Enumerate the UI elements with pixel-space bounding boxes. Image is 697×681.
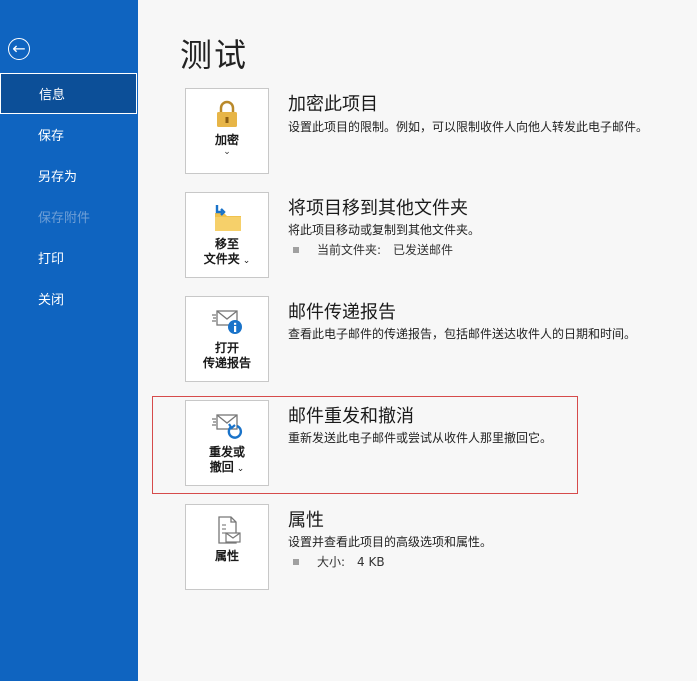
properties-section-description: 设置并查看此项目的高级选项和属性。 — [288, 535, 493, 549]
encrypt-button[interactable]: 加密 ⌄ — [185, 88, 269, 174]
info-panel: 测试 加密 ⌄ 加密此项目 设置此项目的限制。例如，可以限制收件人向他人转发此电… — [138, 0, 697, 681]
page-title: 测试 — [180, 36, 249, 74]
back-arrow-icon[interactable]: ← — [8, 38, 30, 60]
current-folder-value: 已发送邮件 — [393, 243, 454, 257]
encrypt-button-label: 加密 — [214, 133, 239, 147]
move-section-title: 将项目移到其他文件夹 — [288, 198, 468, 219]
highlight-box — [152, 396, 578, 494]
move-folder-icon — [211, 203, 243, 233]
sidebar-item-save-as[interactable]: 另存为 — [0, 155, 138, 196]
properties-section-title: 属性 — [288, 510, 324, 531]
chevron-down-icon: ⌄ — [223, 147, 231, 157]
chevron-down-icon: ⌄ — [242, 256, 251, 266]
move-section-description: 将此项目移动或复制到其他文件夹。 — [288, 223, 481, 237]
delivery-report-section-description: 查看此电子邮件的传递报告，包括邮件送达收件人的日期和时间。 — [288, 327, 637, 341]
move-to-folder-button-label: 移至 文件夹 ⌄ — [203, 237, 251, 266]
bullet-icon — [293, 558, 299, 565]
size-value: 4 KB — [357, 554, 385, 569]
lock-icon — [211, 99, 243, 129]
delivery-report-section-title: 邮件传递报告 — [288, 302, 396, 323]
properties-button[interactable]: 属性 — [185, 504, 269, 590]
encrypt-section-description: 设置此项目的限制。例如，可以限制收件人向他人转发此电子邮件。 — [288, 120, 649, 134]
sidebar-item-save-attachments: 保存附件 — [38, 211, 91, 226]
sidebar-item-print[interactable]: 打印 — [0, 237, 138, 278]
delivery-report-icon — [211, 307, 243, 337]
properties-icon — [211, 515, 243, 545]
size-detail: 大小: 4 KB — [293, 553, 385, 570]
properties-button-label: 属性 — [214, 549, 239, 563]
open-delivery-report-button[interactable]: 打开 传递报告 — [185, 296, 269, 382]
encrypt-section-title: 加密此项目 — [288, 94, 378, 115]
sidebar-item-info[interactable]: 信息 — [0, 73, 137, 114]
current-folder-label: 当前文件夹: — [317, 243, 382, 257]
sidebar-nav: 信息 保存 另存为 保存附件 打印 关闭 — [0, 73, 138, 319]
bullet-icon — [293, 246, 299, 253]
sidebar-item-save[interactable]: 保存 — [0, 114, 138, 155]
open-delivery-report-button-label: 打开 传递报告 — [202, 341, 251, 370]
sidebar-item-close[interactable]: 关闭 — [0, 278, 138, 319]
current-folder-detail: 当前文件夹: 已发送邮件 — [293, 241, 453, 258]
move-to-folder-button[interactable]: 移至 文件夹 ⌄ — [185, 192, 269, 278]
backstage-sidebar: ← 信息 保存 另存为 保存附件 打印 关闭 — [0, 0, 138, 681]
size-label: 大小: — [317, 555, 346, 569]
